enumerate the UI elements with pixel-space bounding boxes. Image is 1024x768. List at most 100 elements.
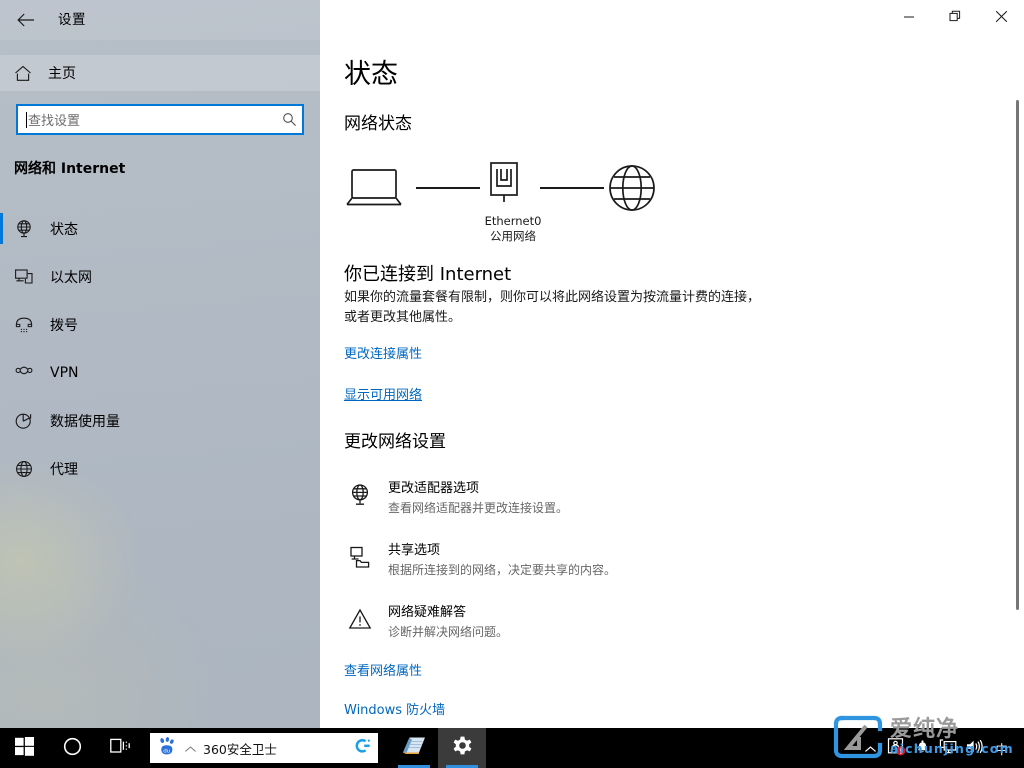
settings-window: 设置 主页 查找设置: [0, 0, 1024, 768]
taskbar-app-settings[interactable]: [438, 728, 486, 768]
taskbar-app-store[interactable]: [390, 728, 438, 768]
sidebar-home-label: 主页: [48, 63, 76, 83]
gear-icon: [451, 735, 474, 762]
diagram-link-left: [416, 187, 480, 189]
option-subtitle: 根据所连接到的网络，决定要共享的内容。: [388, 561, 904, 579]
option-subtitle: 诊断并解决网络问题。: [388, 623, 904, 641]
network-status-heading: 网络状态: [344, 109, 412, 134]
maximize-button[interactable]: [932, 0, 978, 34]
window-controls: [886, 0, 1024, 34]
search-input[interactable]: 查找设置: [16, 104, 304, 135]
text-caret: [26, 112, 27, 128]
network-settings-options: 更改适配器选项 查看网络适配器并更改连接设置。 共享选项 根据所连接到的网络，决…: [344, 480, 904, 666]
sidebar-item-label: 状态: [50, 219, 78, 239]
task-view-button[interactable]: [96, 728, 144, 768]
start-button[interactable]: [0, 728, 48, 768]
page-title: 状态: [344, 52, 398, 91]
minimize-button[interactable]: [886, 0, 932, 34]
close-button[interactable]: [978, 0, 1024, 34]
microsoft-store-icon: [401, 734, 428, 763]
main-content: 状态 网络状态: [320, 0, 1024, 728]
close-icon: [995, 8, 1008, 27]
svg-text:du: du: [163, 748, 171, 754]
dialup-phone-icon: [14, 313, 44, 337]
option-title: 更改适配器选项: [388, 480, 904, 498]
windows-start-icon: [15, 737, 34, 760]
sidebar-item-data-usage[interactable]: 数据使用量: [0, 397, 320, 445]
option-network-troubleshooter[interactable]: 网络疑难解答 诊断并解决网络问题。: [344, 604, 904, 658]
task-view-icon: [110, 737, 131, 759]
baidu-search-box[interactable]: du 360安全卫士: [150, 733, 378, 763]
sharing-folder-icon: [348, 545, 374, 571]
vpn-icon: [14, 361, 44, 385]
baidu-paw-icon: du: [158, 737, 177, 760]
baidu-search-icon[interactable]: [352, 736, 372, 760]
restore-icon: [949, 8, 962, 27]
sidebar-item-dialup[interactable]: 拨号: [0, 301, 320, 349]
link-show-available-networks[interactable]: 显示可用网络: [344, 384, 422, 403]
status-globe-icon: [14, 217, 44, 241]
taskbar: du 360安全卫士: [0, 728, 1024, 768]
back-arrow-icon: [17, 13, 35, 27]
window-title: 设置: [58, 8, 86, 28]
link-view-network-properties[interactable]: 查看网络属性: [344, 660, 422, 679]
ethernet-icon: [14, 265, 44, 289]
adapter-profile: 公用网络: [458, 229, 568, 244]
tray-security-icon-button[interactable]: [883, 728, 909, 768]
home-icon: [14, 65, 42, 82]
search-placeholder: 查找设置: [28, 110, 276, 129]
globe-icon: [608, 164, 656, 216]
tray-ime-indicator[interactable]: 中: [987, 739, 1016, 758]
chevron-up-icon: [864, 739, 877, 758]
sidebar-item-label: 拨号: [50, 315, 78, 335]
diagram-link-right: [540, 187, 604, 189]
search-settings-wrap: 查找设置: [16, 104, 304, 135]
cortana-circle-icon: [63, 737, 82, 760]
cortana-button[interactable]: [48, 728, 96, 768]
connected-description: 如果你的流量套餐有限制，则你可以将此网络设置为按流量计费的连接，或者更改其他属性…: [344, 288, 764, 328]
proxy-globe-icon: [14, 457, 44, 481]
sidebar-item-status[interactable]: 状态: [0, 205, 320, 253]
option-subtitle: 查看网络适配器并更改连接设置。: [388, 499, 904, 517]
sidebar-section-title: 网络和 Internet: [14, 158, 125, 178]
baidu-search-text: 360安全卫士: [203, 739, 352, 758]
laptop-icon: [344, 167, 406, 213]
sidebar-titlebar: 设置: [0, 0, 320, 40]
change-network-settings-heading: 更改网络设置: [344, 427, 446, 452]
tray-notifications-button[interactable]: [909, 728, 935, 768]
sidebar-item-label: 代理: [50, 459, 78, 479]
ethernet-port-icon: [482, 161, 526, 217]
search-icon[interactable]: [276, 112, 302, 127]
tray-volume-button[interactable]: [961, 728, 987, 768]
option-title: 网络疑难解答: [388, 604, 904, 622]
sidebar-item-label: 以太网: [50, 267, 92, 287]
sidebar-item-ethernet[interactable]: 以太网: [0, 253, 320, 301]
sidebar-item-vpn[interactable]: VPN: [0, 349, 320, 397]
tray-overflow-button[interactable]: [857, 728, 883, 768]
warning-triangle-icon: [348, 607, 374, 633]
link-windows-firewall[interactable]: Windows 防火墙: [344, 699, 445, 718]
network-diagram: Ethernet0 公用网络: [344, 155, 664, 245]
sidebar: 设置 主页 查找设置: [0, 0, 320, 728]
option-sharing-options[interactable]: 共享选项 根据所连接到的网络，决定要共享的内容。: [344, 542, 904, 596]
diagram-caption: Ethernet0 公用网络: [458, 214, 568, 244]
network-monitor-icon: [939, 738, 958, 759]
link-change-connection-properties[interactable]: 更改连接属性: [344, 343, 422, 362]
content-scrollbar[interactable]: [1016, 100, 1019, 610]
minimize-icon: [903, 8, 915, 27]
sidebar-item-label: VPN: [50, 365, 79, 381]
sidebar-nav-list: 状态 以太网: [0, 205, 320, 493]
chevron-up-icon: [184, 739, 197, 758]
connected-heading: 你已连接到 Internet: [344, 260, 511, 286]
bell-icon: [914, 738, 931, 759]
tray-network-button[interactable]: [935, 728, 961, 768]
system-tray: 中: [857, 728, 1024, 768]
sidebar-item-label: 数据使用量: [50, 411, 120, 431]
sidebar-item-proxy[interactable]: 代理: [0, 445, 320, 493]
sidebar-item-home[interactable]: 主页: [0, 55, 320, 91]
speaker-icon: [965, 738, 984, 759]
adapter-globe-icon: [348, 483, 374, 509]
security-alert-icon: [887, 737, 906, 760]
back-button[interactable]: [6, 3, 46, 36]
option-change-adapter-options[interactable]: 更改适配器选项 查看网络适配器并更改连接设置。: [344, 480, 904, 534]
